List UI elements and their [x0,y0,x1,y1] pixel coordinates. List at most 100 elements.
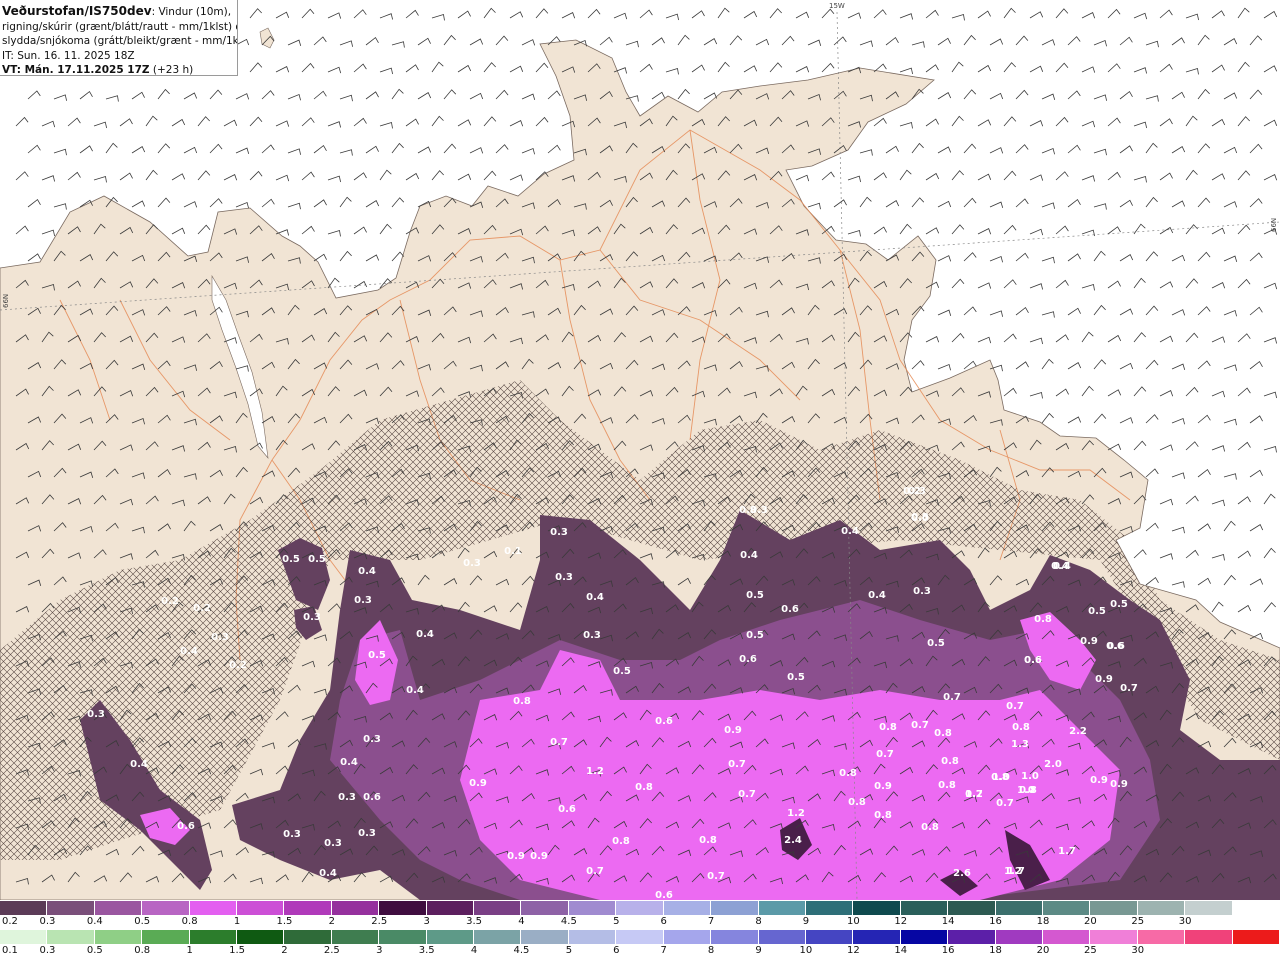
precip-value-label: 0.3 [363,734,381,745]
precip-value-label: 2.4 [784,835,802,846]
legend-swatch [758,901,806,915]
legend-tick-label: 14 [941,916,955,927]
legend-swatch [900,930,949,944]
snow-legend: 0.2 0.3 0.4 0.5 0.8 1 1.5 2 2.5 3 3.5 4 4.5 5 6 7 8 9 10 12… [0,901,1280,929]
weather-map: 0.3 0.4 0.3 0.4 0.2 0.2 0.1 0.3 0.5 0.5 0.4 0.4 0.3 0… [0,0,1280,958]
legend-tick-label: 18 [1036,916,1050,927]
legend-swatch [616,930,664,944]
legend-swatch [474,901,522,915]
precip-value-label: 0.2 [229,660,247,671]
legend-swatch [758,930,806,944]
legend-tick-label: 16 [989,916,1002,927]
precip-value-label: 0.9 [1095,674,1113,685]
legend-tick-label: 16 [941,945,955,956]
legend-swatch [94,901,143,915]
precip-value-label: 0.4 [130,759,148,770]
precip-value-label: 0.9 [1090,775,1108,786]
legend-tick-label: 30 [1131,945,1145,956]
precip-value-label: 0.8 [635,782,653,793]
precip-value-label: 1.0 [992,772,1010,783]
precip-value-label: 0.4 [740,550,758,561]
precip-value-label: 0.3 [211,632,229,643]
legend-tick-label: 0.4 [86,916,103,927]
legend-swatch [379,901,427,915]
precip-value-label: 0.4 [1053,561,1071,572]
legend-tick-label: 0.8 [181,916,198,927]
parallel-label-right: 66N [1270,217,1278,232]
precip-value-label: 0.4 [416,629,434,640]
map-canvas: 0.3 0.4 0.3 0.4 0.2 0.2 0.1 0.3 0.5 0.5 0.4 0.4 0.3 0… [0,0,1280,900]
legend-tick-label: 0.5 [86,945,103,956]
precip-value-label: 0.7 [943,692,961,703]
title-block: Veðurstofan/IS750dev: Vindur (10m), rign… [0,0,238,76]
legend-tick-label: 3 [376,945,383,956]
legend-tick-label: 0.1 [2,945,18,956]
legend-swatch [237,901,285,915]
legend-swatch [521,901,569,915]
legend-tick-label: 9 [755,945,762,956]
legend-tick-label: 18 [989,945,1002,956]
precip-value-label: 0.3 [303,612,321,623]
precip-value-label: 0.9 [724,725,742,736]
legend-tick-label: 10 [846,916,860,927]
legend-tick-label: 20 [1036,945,1050,956]
precip-value-label: 1.0 [1017,785,1035,796]
legend-tick-label: 6 [613,945,620,956]
legend-swatch [1137,930,1186,944]
precip-value-label: 0.5 [282,554,300,565]
legend-tick-label: 5 [613,916,620,927]
legend-swatch [94,930,143,944]
legend-tick-label: 4 [470,945,478,956]
legend-swatch [711,901,759,915]
precip-value-label: 0.3 [750,505,768,516]
precip-value-label: 0.4 [841,526,859,537]
precip-value-label: 1.3 [1011,739,1029,750]
legend-swatch [663,901,712,915]
legend-swatch [237,930,285,944]
legend-swatch [1090,930,1138,944]
precip-value-label: 0.0 [911,513,929,524]
precip-value-label: 0.3 [463,558,481,569]
legend-tick-label: 30 [1178,916,1192,927]
precip-value-label: 0.3 [338,792,356,803]
legend-swatch [331,901,380,915]
legend-tick-label: 7 [660,945,667,956]
legend-swatch [1042,901,1091,915]
precip-value-label: 0.6 [1107,641,1125,652]
precip-value-label: 0.5 [368,650,386,661]
precip-value-label: 0.8 [938,780,956,791]
precip-value-label: 0.2 [161,596,179,607]
legend-swatch [1137,901,1186,915]
legend-swatch [568,901,617,915]
legend-swatch [805,930,854,944]
precip-value-label: 0.8 [839,768,857,779]
precip-value-label: 1.0 [1021,771,1039,782]
legend-tick-label: 6 [660,916,667,927]
legend-swatch [568,930,617,944]
valid-time: VT: Mán. 17.11.2025 17Z [2,64,150,76]
legend-swatch [995,901,1043,915]
precip-value-label: 0.9 [874,781,892,792]
legend-swatch [948,930,996,944]
precip-value-label: 0.6 [1024,655,1042,666]
parallel-label-left: 66N [2,293,10,308]
legend-swatch [379,930,427,944]
precip-value-label: 0.3 [550,527,568,538]
precip-value-label: 0.7 [707,871,725,882]
precip-value-label: 0.7 [1120,683,1138,694]
precip-value-label: 0.9 [530,851,548,862]
precip-value-label: 0.9 [469,778,487,789]
precip-value-label: 0.5 [1110,599,1128,610]
legend-tick-label: 5 [565,945,573,956]
precip-value-label: 0.7 [550,737,568,748]
legend-swatch [1090,901,1138,915]
legend-swatch [711,930,759,944]
brand-title: Veðurstofan/IS750dev [2,4,152,18]
precip-value-label: 0.7 [586,866,604,877]
precip-value-label: 0.7 [738,789,756,800]
precip-value-label: 0.3 [913,586,931,597]
precip-value-label: 0.9 [507,851,525,862]
precip-value-label: 0.6 [363,792,381,803]
legend-tick-label: 4.5 [560,916,577,927]
legend-swatch [331,930,380,944]
